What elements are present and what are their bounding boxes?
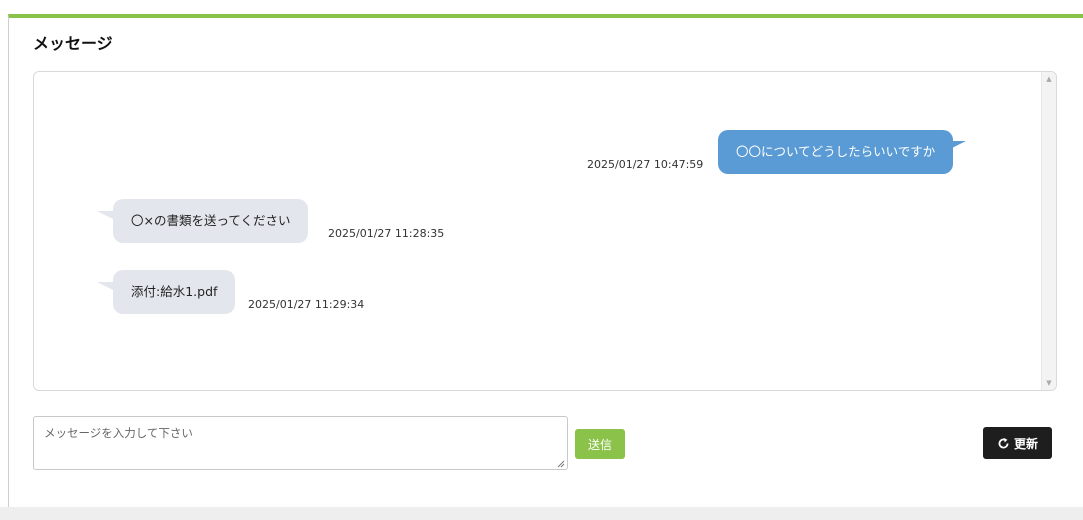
message-bubble-attachment[interactable]: 添付:給水1.pdf (97, 270, 236, 314)
message-timestamp: 2025/01/27 11:29:34 (248, 298, 365, 311)
attachment-link[interactable]: 添付:給水1.pdf (131, 284, 217, 299)
message-bubble-sent: 〇〇についてどうしたらいいですか (718, 130, 967, 174)
message-text: 〇×の書類を送ってください (131, 213, 291, 228)
message-text: 〇〇についてどうしたらいいですか (736, 144, 936, 159)
panel-title: メッセージ (33, 34, 113, 53)
page-footer-strip (0, 507, 1083, 520)
scroll-down-arrow-icon[interactable]: ▼ (1042, 376, 1056, 390)
message-timestamp: 2025/01/27 11:28:35 (328, 227, 445, 240)
resize-grip-icon[interactable] (557, 460, 565, 468)
message-bubble-received: 〇×の書類を送ってください (97, 199, 309, 243)
bubble-tail (97, 211, 115, 220)
refresh-button[interactable]: 更新 (983, 427, 1052, 459)
message-input[interactable] (33, 416, 568, 470)
message-timestamp: 2025/01/27 10:47:59 (587, 158, 704, 171)
refresh-label: 更新 (1013, 436, 1038, 451)
refresh-icon (997, 437, 1010, 450)
send-button[interactable]: 送信 (575, 429, 625, 459)
chat-scrollbar[interactable]: ▲ ▼ (1041, 72, 1056, 390)
chat-history[interactable]: 〇〇についてどうしたらいいですか 2025/01/27 10:47:59 〇×の… (33, 71, 1057, 391)
bubble-tail (948, 141, 967, 150)
bubble-tail (97, 282, 115, 291)
scroll-up-arrow-icon[interactable]: ▲ (1042, 72, 1056, 86)
